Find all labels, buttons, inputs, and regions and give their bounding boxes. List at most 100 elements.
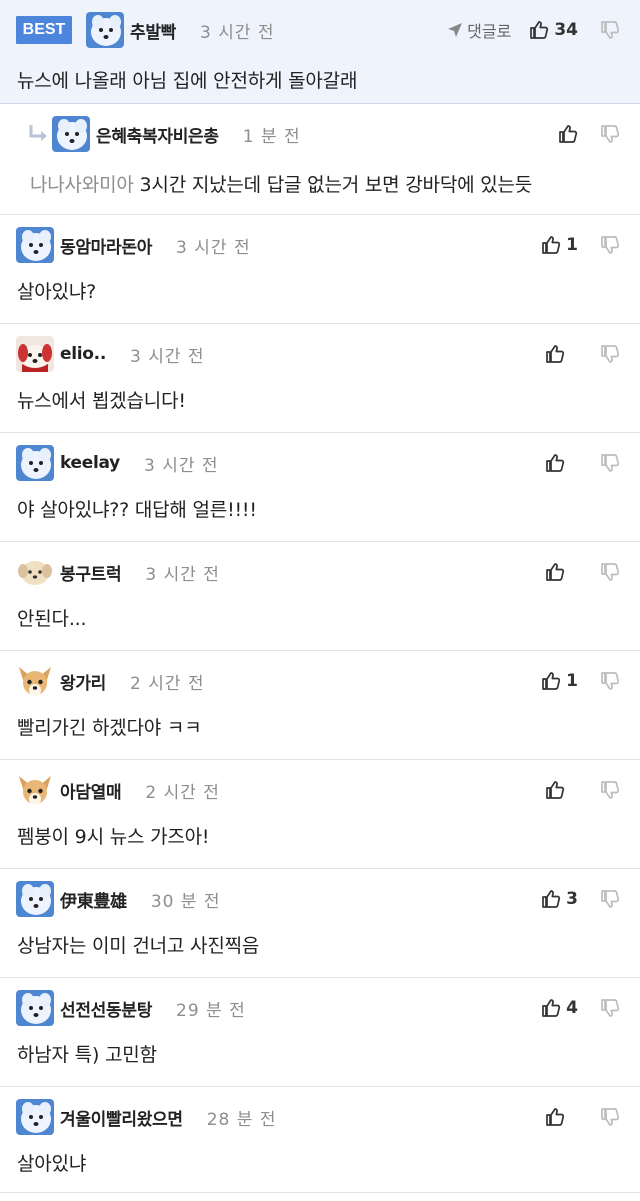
comment-header: elio.. 3 시간 전 (0, 336, 640, 372)
comment-body: 살아있냐 (17, 1153, 87, 1175)
comment-header: 왕가리 2 시간 전 1 (0, 663, 640, 699)
nickname[interactable]: 추발빡 (130, 18, 176, 43)
like-button[interactable]: 3 (541, 889, 578, 909)
dislike-button[interactable] (600, 671, 620, 691)
nickname[interactable]: elio.. (60, 344, 106, 364)
nickname[interactable]: 왕가리 (60, 669, 106, 694)
thumbs-up-icon (541, 235, 561, 255)
avatar[interactable] (16, 336, 54, 372)
mention[interactable]: 나나사와미아 (30, 174, 134, 196)
dislike-button[interactable] (600, 1107, 620, 1127)
nickname[interactable]: 겨울이빨리왔으면 (60, 1105, 183, 1130)
thumbs-down-icon (600, 453, 620, 473)
timestamp: 3 시간 전 (129, 346, 205, 367)
like-button[interactable] (545, 780, 578, 800)
dislike-button[interactable] (600, 562, 620, 582)
comment-actions: 1 (541, 229, 620, 261)
thumbs-up-icon (545, 780, 565, 800)
avatar[interactable] (16, 881, 54, 917)
avatar[interactable] (16, 445, 54, 481)
nickname[interactable]: 동암마라돈아 (60, 233, 152, 258)
timestamp: 3 시간 전 (200, 22, 275, 43)
avatar[interactable] (16, 663, 54, 699)
comment-header: 伊東豊雄 30 분 전 3 (0, 881, 640, 917)
comment-actions (545, 447, 620, 479)
dislike-button[interactable] (600, 780, 620, 800)
dislike-button[interactable] (600, 344, 620, 364)
like-button[interactable] (545, 1107, 578, 1127)
thumbs-up-icon (545, 453, 565, 473)
comment-header: 아담열매 2 시간 전 (0, 772, 640, 808)
reply-button[interactable]: 댓글로 (447, 18, 511, 42)
avatar[interactable] (52, 116, 90, 152)
comment-actions: 댓글로 34 (447, 14, 620, 46)
thumbs-down-icon (600, 671, 620, 691)
comment-item: 선전선동분탕 29 분 전 4 하남자 특) 고민함 (0, 978, 640, 1087)
thumbs-down-icon (600, 998, 620, 1018)
comment-header: BEST 추발빡 3 시간 전 댓글로 34 (0, 12, 640, 48)
comment-body: 야 살아있냐?? 대답해 얼른!!!! (17, 499, 257, 521)
comment-body: 살아있냐? (17, 281, 97, 303)
comment-body: 빨리가긴 하겠다야 ㅋㅋ (17, 717, 202, 739)
like-count: 34 (554, 20, 578, 40)
avatar[interactable] (16, 990, 54, 1026)
thumbs-down-icon (600, 344, 620, 364)
comment-header: keelay 3 시간 전 (0, 445, 640, 481)
comment-body: 펨붕이 9시 뉴스 가즈아! (17, 826, 210, 848)
like-button[interactable]: 1 (541, 235, 578, 255)
thumbs-down-icon (600, 20, 620, 40)
like-button[interactable]: 1 (541, 671, 578, 691)
nickname[interactable]: 아담열매 (60, 778, 122, 803)
dislike-button[interactable] (600, 889, 620, 909)
like-button[interactable]: 4 (541, 998, 578, 1018)
avatar[interactable] (16, 772, 54, 808)
timestamp: 3 시간 전 (143, 455, 219, 476)
reply-label: 댓글로 (467, 22, 512, 41)
comment-header: 동암마라돈아 3 시간 전 1 (0, 227, 640, 263)
comment-header: 은혜축복자비은총 1 분 전 (0, 116, 640, 152)
nickname[interactable]: keelay (60, 453, 120, 473)
like-count: 4 (566, 998, 578, 1018)
avatar[interactable] (16, 554, 54, 590)
thumbs-up-icon (529, 20, 549, 40)
timestamp: 29 분 전 (176, 1000, 246, 1021)
dislike-button[interactable] (600, 453, 620, 473)
thumbs-down-icon (600, 780, 620, 800)
thumbs-up-icon (541, 998, 561, 1018)
like-button[interactable] (545, 344, 578, 364)
best-badge: BEST (16, 16, 72, 44)
dislike-button[interactable] (600, 20, 620, 40)
timestamp: 2 시간 전 (130, 673, 205, 694)
comment-item: elio.. 3 시간 전 뉴스에서 뵙겠습니다! (0, 324, 640, 433)
comment-body: 상남자는 이미 건너고 사진찍음 (17, 935, 260, 957)
like-button[interactable] (545, 453, 578, 473)
like-button[interactable]: 34 (529, 20, 578, 40)
dislike-button[interactable] (600, 124, 620, 144)
comment-actions (558, 118, 620, 150)
comment-actions (545, 1101, 620, 1133)
nickname[interactable]: 봉구트럭 (60, 560, 122, 585)
comment-body: 안된다... (17, 608, 87, 630)
thumbs-up-icon (558, 124, 578, 144)
comment-actions (545, 556, 620, 588)
avatar[interactable] (16, 1099, 54, 1135)
timestamp: 30 분 전 (150, 891, 221, 912)
comment-body: 하남자 특) 고민함 (17, 1044, 157, 1066)
comment-item: 왕가리 2 시간 전 1 빨리가긴 하겠다야 ㅋㅋ (0, 651, 640, 760)
dislike-button[interactable] (600, 235, 620, 255)
comment-item: 동암마라돈아 3 시간 전 1 살아있냐? (0, 215, 640, 324)
comment-header: 겨울이빨리왔으면 28 분 전 (0, 1099, 640, 1135)
avatar[interactable] (16, 227, 54, 263)
send-icon (447, 22, 463, 38)
nickname[interactable]: 伊東豊雄 (60, 887, 127, 912)
like-count: 3 (566, 889, 578, 909)
timestamp: 3 시간 전 (145, 564, 220, 585)
thumbs-up-icon (541, 671, 561, 691)
nickname[interactable]: 은혜축복자비은총 (96, 122, 219, 147)
nickname[interactable]: 선전선동분탕 (60, 996, 152, 1021)
like-button[interactable] (545, 562, 578, 582)
thumbs-down-icon (600, 562, 620, 582)
dislike-button[interactable] (600, 998, 620, 1018)
avatar[interactable] (86, 12, 124, 48)
like-button[interactable] (558, 124, 578, 144)
